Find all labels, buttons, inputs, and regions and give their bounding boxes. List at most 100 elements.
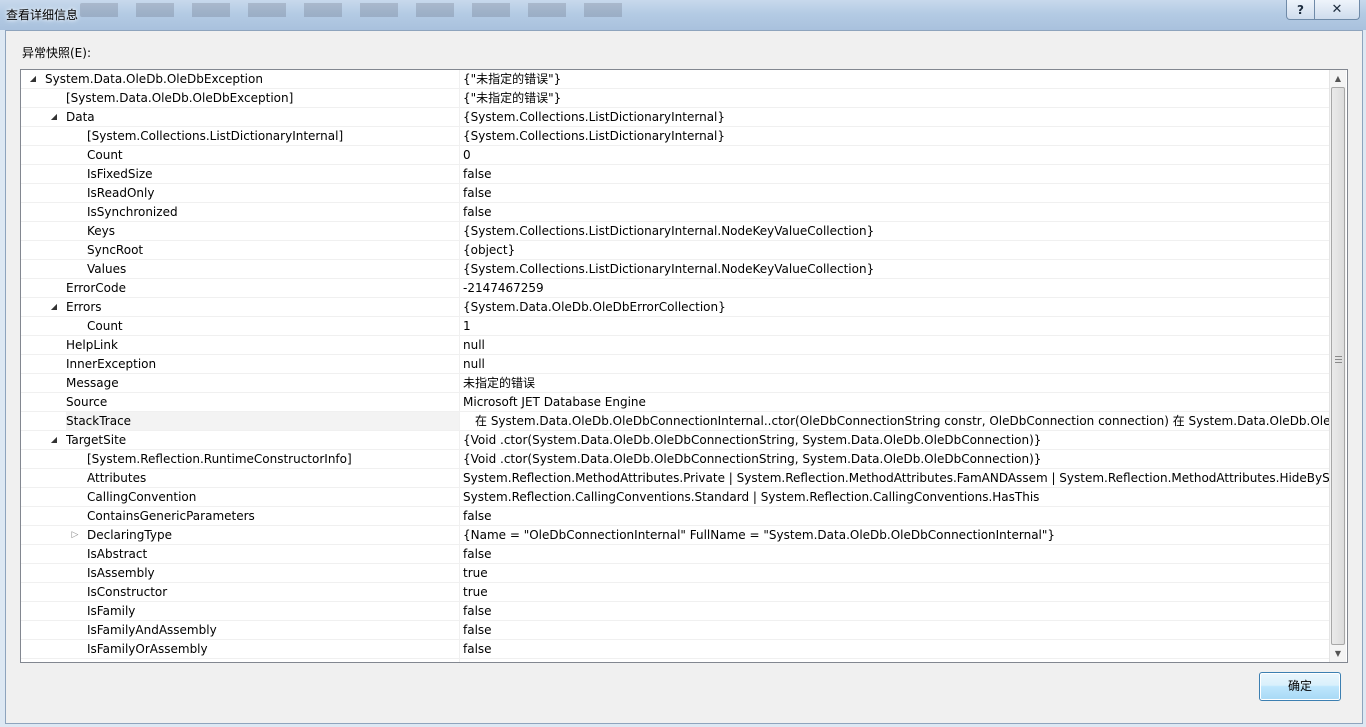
- property-name: SyncRoot: [87, 243, 144, 257]
- property-name: StackTrace: [66, 412, 459, 430]
- scroll-up-arrow-icon[interactable]: ▲: [1330, 70, 1346, 87]
- property-name: Keys: [87, 224, 116, 238]
- property-value: false: [463, 509, 492, 523]
- property-row[interactable]: Count 1: [21, 317, 1329, 336]
- property-value: true: [463, 566, 488, 580]
- property-value: 1: [463, 319, 471, 333]
- property-name: IsSynchronized: [87, 205, 178, 219]
- property-row[interactable]: Count 0: [21, 146, 1329, 165]
- property-value: false: [463, 205, 492, 219]
- property-value: {System.Collections.ListDictionaryIntern…: [463, 262, 875, 276]
- ok-button[interactable]: 确定: [1259, 672, 1341, 701]
- title-bar[interactable]: 查看详细信息 ? ✕: [0, 0, 1366, 30]
- property-value: System.Reflection.CallingConventions.Sta…: [463, 490, 1040, 504]
- property-row[interactable]: ◢ TargetSite {Void .ctor(System.Data.OleDb…: [21, 431, 1329, 450]
- property-row[interactable]: ▷ DeclaringType {Name = "OleDbConnectionIn…: [21, 526, 1329, 545]
- property-value: null: [463, 357, 485, 371]
- property-value: Microsoft JET Database Engine: [463, 395, 646, 409]
- property-row[interactable]: IsFamily false: [21, 602, 1329, 621]
- property-row[interactable]: ErrorCode -2147467259: [21, 279, 1329, 298]
- property-name: Errors: [66, 300, 102, 314]
- property-value: {System.Collections.ListDictionaryIntern…: [463, 129, 726, 143]
- property-row[interactable]: IsConstructor true: [21, 583, 1329, 602]
- property-row[interactable]: CallingConvention System.Reflection.Calli…: [21, 488, 1329, 507]
- tree-expanded-icon[interactable]: ◢: [48, 298, 60, 316]
- property-row[interactable]: StackTrace 在 System.Data.OleDb.OleDbConne…: [21, 412, 1329, 431]
- property-row[interactable]: IsAbstract false: [21, 545, 1329, 564]
- property-row[interactable]: ContainsGenericParameters false: [21, 507, 1329, 526]
- tree-collapsed-icon[interactable]: ▷: [69, 526, 81, 544]
- property-row[interactable]: [System.Collections.ListDictionaryIntern…: [21, 127, 1329, 146]
- property-value: System.Reflection.MethodAttributes.Priva…: [463, 471, 1329, 485]
- property-row[interactable]: Values {System.Collections.ListDictionary…: [21, 260, 1329, 279]
- property-row[interactable]: ◢ Data {System.Collections.ListDictionaryI…: [21, 108, 1329, 127]
- scrollbar-thumb[interactable]: [1331, 87, 1345, 645]
- property-value: {object}: [463, 243, 516, 257]
- property-name: [System.Reflection.RuntimeConstructorInf…: [87, 452, 352, 466]
- dialog-client-area: 异常快照(E): ◢ System.Data.OleDb.OleDbExcepti…: [5, 30, 1363, 724]
- property-row[interactable]: Message 未指定的错误: [21, 374, 1329, 393]
- property-value: true: [463, 585, 488, 599]
- property-name: IsAssembly: [87, 566, 155, 580]
- property-name: HelpLink: [66, 338, 118, 352]
- exception-property-grid[interactable]: ◢ System.Data.OleDb.OleDbException {"未指定的错…: [20, 69, 1348, 663]
- property-row[interactable]: [System.Reflection.RuntimeConstructorInf…: [21, 450, 1329, 469]
- property-name: IsConstructor: [87, 585, 168, 599]
- background-window-titles: [80, 3, 640, 17]
- tree-expanded-icon[interactable]: ◢: [48, 431, 60, 449]
- property-value: false: [463, 604, 492, 618]
- property-value: {Name = "OleDbConnectionInternal" FullNa…: [463, 528, 1056, 542]
- property-row[interactable]: IsFamilyOrAssembly false: [21, 640, 1329, 659]
- property-name: IsFixedSize: [87, 167, 153, 181]
- property-row[interactable]: SyncRoot {object}: [21, 241, 1329, 260]
- property-value: {System.Collections.ListDictionaryIntern…: [463, 110, 726, 124]
- property-row[interactable]: IsFamilyAndAssembly false: [21, 621, 1329, 640]
- property-name: Values: [87, 262, 127, 276]
- property-name: Message: [66, 376, 119, 390]
- property-name: InnerException: [66, 357, 157, 371]
- property-name: ErrorCode: [66, 281, 126, 295]
- vertical-scrollbar[interactable]: ▲ ▼: [1329, 70, 1346, 662]
- tree-expanded-icon[interactable]: ◢: [48, 108, 60, 126]
- help-button[interactable]: ?: [1286, 0, 1315, 20]
- property-value: false: [463, 623, 492, 637]
- property-value: {"未指定的错误"}: [463, 72, 562, 86]
- property-name: Source: [66, 395, 108, 409]
- property-name: Data: [66, 110, 95, 124]
- property-value: null: [463, 338, 485, 352]
- scrollbar-grip-icon: [1335, 356, 1342, 364]
- property-row[interactable]: ◢ Errors {System.Data.OleDb.OleDbErrorColl…: [21, 298, 1329, 317]
- property-name: IsReadOnly: [87, 186, 155, 200]
- property-name: Count: [87, 319, 123, 333]
- property-row[interactable]: IsFixedSize false: [21, 165, 1329, 184]
- property-row[interactable]: IsSynchronized false: [21, 203, 1329, 222]
- property-value: false: [463, 186, 492, 200]
- property-value: 未指定的错误: [463, 376, 536, 390]
- property-value: {Void .ctor(System.Data.OleDb.OleDbConne…: [463, 433, 1042, 447]
- property-row[interactable]: IsAssembly true: [21, 564, 1329, 583]
- property-value: {System.Collections.ListDictionaryIntern…: [463, 224, 875, 238]
- property-row[interactable]: IsReadOnly false: [21, 184, 1329, 203]
- property-name: ContainsGenericParameters: [87, 509, 255, 523]
- property-value: -2147467259: [463, 281, 544, 295]
- property-row[interactable]: [System.Data.OleDb.OleDbException] {"未指定的…: [21, 89, 1329, 108]
- property-value: false: [463, 642, 492, 656]
- close-button[interactable]: ✕: [1314, 0, 1360, 20]
- tree-expanded-icon[interactable]: ◢: [27, 70, 39, 88]
- property-row[interactable]: InnerException null: [21, 355, 1329, 374]
- property-name: IsFamilyAndAssembly: [87, 623, 217, 637]
- property-row[interactable]: HelpLink null: [21, 336, 1329, 355]
- property-name: DeclaringType: [87, 528, 172, 542]
- property-name: Attributes: [87, 471, 147, 485]
- property-name: IsAbstract: [87, 547, 148, 561]
- property-row[interactable]: Source Microsoft JET Database Engine: [21, 393, 1329, 412]
- property-value: 在 System.Data.OleDb.OleDbConnectionInter…: [475, 414, 1329, 428]
- property-value: false: [463, 167, 492, 181]
- property-name: System.Data.OleDb.OleDbException: [45, 72, 263, 86]
- scroll-down-arrow-icon[interactable]: ▼: [1330, 645, 1346, 662]
- property-name: TargetSite: [66, 433, 127, 447]
- property-row[interactable]: Attributes System.Reflection.MethodAttrib…: [21, 469, 1329, 488]
- property-row[interactable]: ◢ System.Data.OleDb.OleDbException {"未指定的错…: [21, 70, 1329, 89]
- property-row[interactable]: Keys {System.Collections.ListDictionaryIn…: [21, 222, 1329, 241]
- property-name: IsFamily: [87, 604, 136, 618]
